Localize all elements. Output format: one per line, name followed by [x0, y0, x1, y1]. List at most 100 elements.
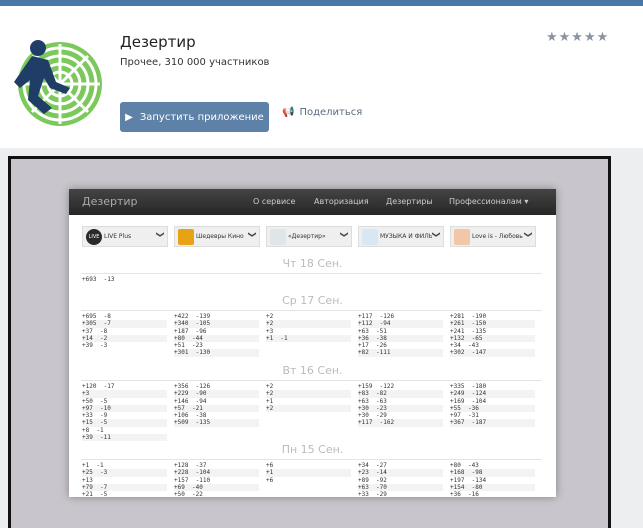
- day-divider: [81, 273, 542, 274]
- stats-line: +33 -29: [358, 491, 387, 497]
- stats-line: +249 -124: [450, 390, 535, 398]
- community-select-label: LIVE Plus: [104, 233, 132, 240]
- stats-cell: +159 -122 +83 -82 +63 -63 +30 -23 +30 -29 +11…: [358, 383, 443, 427]
- stats-line: +51 -23: [174, 342, 203, 350]
- stats-line: +1 -1: [266, 334, 351, 343]
- stats-line: +302 -147: [450, 349, 535, 357]
- stats-cell: +693 -13: [82, 276, 167, 283]
- app-brand: Дезертир: [82, 195, 138, 208]
- day-heading: Пн 15 Сен.: [281, 443, 344, 456]
- stats-cell: +1 -1 +25 -3 +13 +79 -7 +21 -5: [82, 462, 167, 497]
- community-select[interactable]: МУЗЫКА И ФИЛЬМЫ❯: [358, 226, 444, 247]
- launch-app-button[interactable]: ▶ Запустить приложение: [120, 102, 269, 132]
- stats-cell: +2 +2 +1 +2: [266, 383, 351, 413]
- stats-line: +2: [266, 313, 274, 320]
- stats-cell: +695 -8 +305 -7 +37 -8 +14 -2 +39 -3: [82, 313, 167, 349]
- share-button[interactable]: 📢 Поделиться: [282, 107, 362, 118]
- stats-line: +30 -23: [358, 404, 443, 413]
- stats-line: +146 -94: [174, 397, 207, 405]
- stats-line: +8 -1: [82, 426, 104, 434]
- stats-line: +228 -104: [174, 469, 259, 477]
- stats-line: +63 -63: [358, 397, 387, 405]
- stats-cell: +422 -139 +340 -105 +187 -96 +80 -44 +51 -23…: [174, 313, 259, 357]
- app-title: Дезертир: [120, 33, 196, 51]
- stats-line: +13: [82, 476, 93, 484]
- stats-line: +281 -190: [450, 313, 487, 320]
- stats-line: +79 -7: [82, 483, 167, 492]
- community-select-label: «Дезертир»: [288, 233, 326, 240]
- stats-line: +6: [266, 462, 274, 469]
- stats-line: +57 -21: [174, 404, 259, 413]
- stats-line: +36 -16: [450, 491, 479, 497]
- stats-line: +106 -38: [174, 412, 207, 420]
- stats-line: +21 -5: [82, 491, 108, 497]
- stats-line: +2: [266, 390, 351, 398]
- stats-line: +695 -8: [82, 313, 111, 320]
- community-select[interactable]: Шедевры Кино ❯: [174, 226, 260, 247]
- stats-line: +17 -26: [358, 342, 387, 350]
- stats-line: +55 -36: [450, 404, 535, 413]
- community-select[interactable]: Love is - Любовь ❯: [450, 226, 536, 247]
- chevron-down-icon: ❯: [524, 231, 534, 238]
- stats-line: +2: [266, 404, 351, 413]
- community-select-label: Love is - Любовь: [472, 233, 523, 240]
- stats-cell: +6 +1 +6: [266, 462, 351, 484]
- chevron-down-icon: ❯: [340, 231, 350, 238]
- stats-line: +1: [266, 397, 274, 405]
- stats-line: +34 -43: [450, 342, 479, 350]
- stats-line: +117 -162: [358, 419, 443, 427]
- community-select[interactable]: «Дезертир» ❯: [266, 226, 352, 247]
- stats-cell: +80 -43 +168 -98 +197 -134 +154 -80 +36 -16: [450, 462, 535, 497]
- stats-line: +187 -96: [174, 327, 207, 335]
- chevron-down-icon: ❯: [156, 231, 166, 238]
- stats-line: +97 -31: [450, 412, 479, 420]
- stats-line: +6: [266, 476, 274, 484]
- stats-line: +89 -92: [358, 476, 387, 484]
- stats-line: +80 -43: [450, 462, 479, 469]
- stats-line: +69 -40: [174, 483, 259, 492]
- stats-line: +36 -38: [358, 334, 443, 343]
- app-card: Дезертир Прочее, 310 000 участников ★★★★…: [0, 6, 643, 148]
- stats-line: +14 -2: [82, 334, 167, 343]
- stats-line: +128 -37: [174, 462, 207, 469]
- stats-line: +63 -70: [358, 483, 443, 492]
- stats-line: +80 -44: [174, 334, 259, 343]
- stats-line: +169 -104: [450, 397, 487, 405]
- stats-line: +63 -51: [358, 327, 387, 335]
- community-select[interactable]: LIVE LIVE Plus ❯: [82, 226, 168, 247]
- stats-line: +82 -111: [358, 349, 443, 357]
- stats-line: +367 -187: [450, 419, 535, 427]
- nav-login[interactable]: Авторизация: [314, 197, 369, 206]
- stats-cell: +128 -37 +228 -104 +157 -110 +69 -40 +50 -22: [174, 462, 259, 497]
- nav-professionals[interactable]: Профессионалам ▾: [449, 197, 528, 206]
- megaphone-icon: 📢: [282, 107, 295, 118]
- day-divider: [81, 380, 542, 381]
- stats-line: +97 -10: [82, 404, 167, 413]
- stats-line: +120 -17: [82, 383, 115, 390]
- stats-cell: +335 -180 +249 -124 +169 -104 +55 -36 +97 -3…: [450, 383, 535, 427]
- stats-cell: +356 -126 +229 -90 +146 -94 +57 -21 +106 -38…: [174, 383, 259, 427]
- stats-cell: +117 -126 +112 -94 +63 -51 +36 -38 +17 -26 +8…: [358, 313, 443, 357]
- stats-line: +241 -135: [450, 327, 487, 335]
- play-icon: ▶: [125, 111, 133, 123]
- community-select-label: Шедевры Кино: [196, 233, 244, 240]
- stats-line: +83 -82: [358, 390, 443, 398]
- community-avatar: [270, 229, 286, 245]
- embedded-app: Дезертир О сервисе Авторизация Дезертиры…: [69, 189, 556, 497]
- stats-cell: +2 +2 +3 +1 -1: [266, 313, 351, 343]
- nav-deserters[interactable]: Дезертиры: [386, 197, 433, 206]
- chevron-down-icon: ❯: [432, 231, 442, 238]
- stats-line: +229 -90: [174, 390, 259, 398]
- stats-line: +132 -65: [450, 334, 535, 343]
- day-heading: Чт 18 Сен.: [282, 257, 343, 270]
- stats-cell: +120 -17 +3 +50 -5 +97 -10 +33 -9 +15 -5 +8 -1…: [82, 383, 167, 442]
- community-select-label: МУЗЫКА И ФИЛЬМЫ: [380, 233, 432, 240]
- stats-line: +261 -150: [450, 320, 535, 328]
- stats-line: +197 -134: [450, 476, 487, 484]
- caret-down-icon: ▾: [524, 197, 529, 206]
- day-heading: Вт 16 Сен.: [282, 364, 343, 377]
- community-avatar: [178, 229, 194, 245]
- rating-stars: ★★★★★: [546, 30, 610, 45]
- nav-about[interactable]: О сервисе: [253, 197, 295, 206]
- stats-line: +305 -7: [82, 320, 167, 328]
